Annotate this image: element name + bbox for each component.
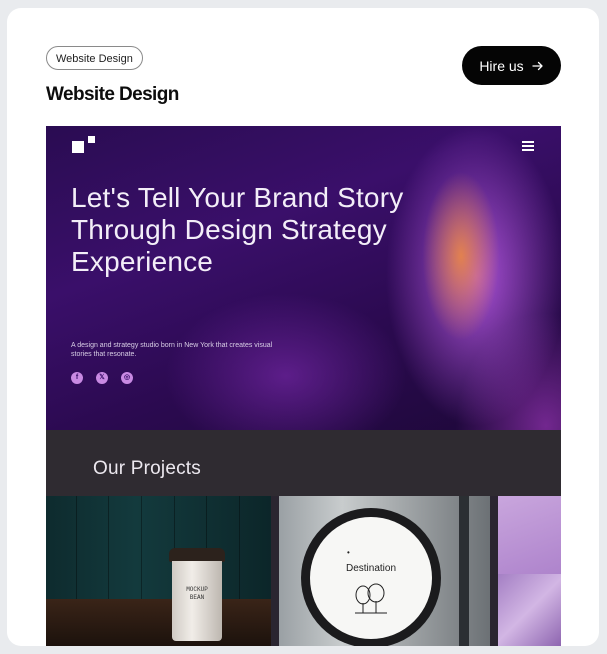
project-tile-purple <box>498 496 561 646</box>
projects-section: Our Projects <box>46 430 561 496</box>
destination-sign: • Destination <box>301 508 441 646</box>
cup-label: MOCKUP BEAN <box>186 586 208 601</box>
instagram-icon: ◎ <box>121 372 133 384</box>
x-icon: 𝕏 <box>96 372 108 384</box>
trees-icon <box>355 583 387 614</box>
preview-headline: Let's Tell Your Brand Story Through Desi… <box>71 182 404 277</box>
hamburger-menu-icon <box>522 141 534 151</box>
facebook-icon: f <box>71 372 83 384</box>
card-title: Website Design <box>46 84 179 105</box>
website-preview-image[interactable]: Let's Tell Your Brand Story Through Desi… <box>46 126 561 646</box>
project-tile-sign: • Destination <box>279 496 490 646</box>
sign-dot: • <box>347 548 350 557</box>
arrow-right-icon <box>532 61 543 70</box>
project-tile-coffee: MOCKUP BEAN <box>46 496 271 646</box>
hire-us-label: Hire us <box>479 57 524 74</box>
sign-text: Destination <box>345 563 397 574</box>
category-tag[interactable]: Website Design <box>46 46 143 70</box>
coffee-cup-mockup: MOCKUP BEAN <box>169 548 225 643</box>
projects-title: Our Projects <box>93 458 201 479</box>
studio-logo <box>72 136 98 156</box>
preview-hero: Let's Tell Your Brand Story Through Desi… <box>46 126 561 430</box>
preview-subtext: A design and strategy studio born in New… <box>71 342 273 358</box>
social-icons: f 𝕏 ◎ <box>71 372 133 384</box>
hire-us-button[interactable]: Hire us <box>462 46 561 85</box>
portfolio-card: Website Design Website Design Hire us Le… <box>7 8 599 646</box>
